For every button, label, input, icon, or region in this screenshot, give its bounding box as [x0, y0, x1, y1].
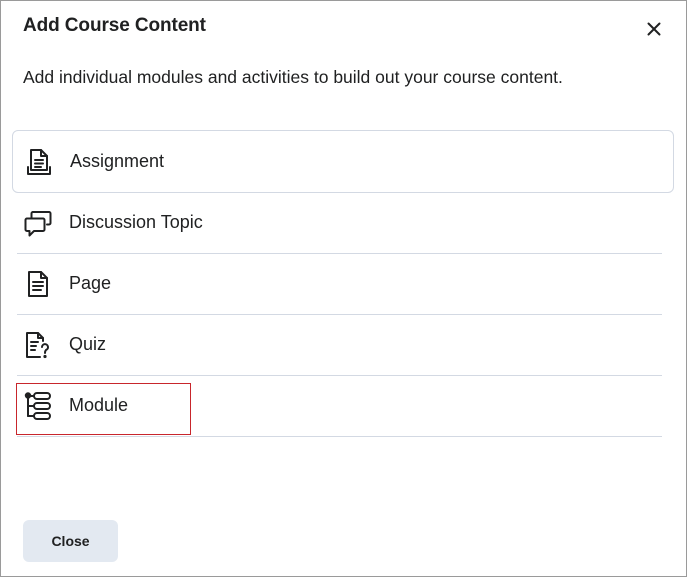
- add-course-content-dialog: Add Course Content Add individual module…: [0, 0, 687, 577]
- content-item-label: Module: [69, 395, 129, 415]
- page-icon: [23, 269, 53, 299]
- content-item-page[interactable]: Page: [12, 253, 674, 315]
- content-item-discussion-topic[interactable]: Discussion Topic: [12, 192, 674, 254]
- content-type-list: Assignment Discussion Topic Page Quiz Mo…: [12, 130, 674, 437]
- dialog-title: Add Course Content: [23, 15, 206, 36]
- dialog-description: Add individual modules and activities to…: [23, 67, 563, 87]
- assignment-icon: [24, 147, 54, 177]
- discussion-icon: [23, 208, 53, 238]
- content-item-label: Discussion Topic: [69, 212, 203, 232]
- content-item-label: Assignment: [70, 151, 165, 171]
- module-icon: [23, 391, 53, 421]
- content-item-quiz[interactable]: Quiz: [12, 314, 674, 376]
- close-button[interactable]: Close: [23, 520, 118, 562]
- content-item-assignment[interactable]: Assignment: [12, 130, 674, 193]
- content-item-label: Quiz: [69, 334, 107, 354]
- quiz-icon: [23, 330, 53, 360]
- close-icon[interactable]: [643, 18, 665, 40]
- divider: [17, 436, 662, 437]
- content-item-module[interactable]: Module: [12, 375, 674, 437]
- content-item-label: Page: [69, 273, 112, 293]
